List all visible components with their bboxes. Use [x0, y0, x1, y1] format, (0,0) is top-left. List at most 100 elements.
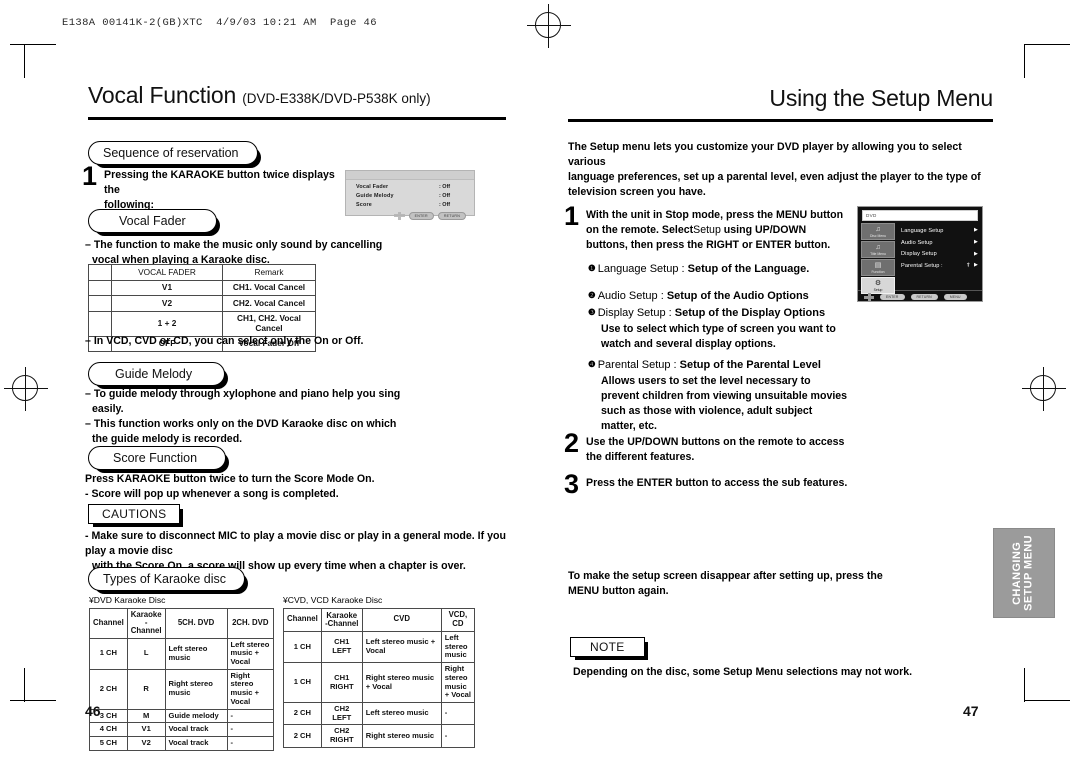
cvd-cell: -: [440, 724, 476, 748]
right-intro-line-1: The Setup menu lets you customize your D…: [568, 141, 962, 169]
dvd-table-caption: ¥DVD Karaoke Disc: [89, 595, 166, 605]
setup-option-parental: ❹ Parental Setup : Setup of the Parental …: [588, 355, 888, 434]
right-step-1-line-2c: using UP/DOWN: [720, 224, 807, 237]
setup-options-1-2: ❶ Language Setup : Setup of the Language.…: [588, 259, 878, 304]
right-step-2-number: 2: [564, 428, 580, 458]
osd-menu-item-label: Audio Setup: [901, 239, 933, 246]
option-desc-1: Setup of the Language.: [687, 263, 810, 275]
osd-karaoke-buttons: ENTER RETURN: [346, 210, 474, 220]
cvd-cell: Left stereo music: [440, 630, 476, 664]
vf-cell: V1: [111, 279, 223, 297]
heading-score-function: Score Function: [88, 446, 230, 473]
osd-sidebar-label: Disc Menu: [869, 234, 887, 238]
heading-score-function-label: Score Function: [88, 446, 230, 473]
table-row: 1 CH CH1 LEFT Left stereo music + Vocal …: [283, 630, 476, 664]
guide-melody-line-4: the guide melody is recorded.: [92, 433, 243, 446]
osd-sidebar-item-disc-menu[interactable]: ♫ Disc Menu: [861, 223, 895, 240]
lock-icon: ⍒: [966, 262, 971, 269]
side-tab-changing-setup-menu: CHANGING SETUP MENU: [993, 528, 1055, 618]
note-label: NOTE: [570, 637, 648, 660]
cautions-box: CAUTIONS: [88, 504, 184, 527]
print-file-stamp: E138A 00141K-2(GB)XTC 4/9/03 10:21 AM Pa…: [62, 17, 377, 29]
right-step-3-text: Press the ENTER button to access the sub…: [586, 473, 847, 491]
osd-menu-item-display-setup[interactable]: Display Setup ▶: [901, 251, 978, 257]
osd-setup-body: ♫ Disc Menu ♫ Title Menu ▤ Function ⚙ Se…: [858, 223, 982, 294]
rule-top-left: [10, 44, 56, 45]
option-number-1: ❶: [588, 263, 596, 273]
vf-cell: CH2. Vocal Cancel: [222, 295, 316, 312]
display-extra-line-1: Use to select which type of screen you w…: [601, 322, 836, 335]
right-step-1-line-2a: on the remote. Select: [586, 224, 694, 237]
osd-setup-titlebar: DVD: [862, 210, 978, 221]
parental-extra-text: Allows users to set the level necessary …: [588, 374, 888, 434]
osd-setup-list: Language Setup ▶ Audio Setup ▶ Display S…: [895, 223, 982, 290]
dvd-cell: 4 CH: [89, 722, 128, 737]
osd-menu-item-label: Parental Setup :: [901, 263, 943, 270]
heading-sequence-of-reservation: Sequence of reservation: [88, 141, 261, 168]
left-page-title-block: Vocal Function (DVD-E338K/DVD-P538K only…: [88, 82, 508, 109]
vf-cell: 1 + 2: [111, 310, 223, 337]
crop-mark-top-right: [1024, 44, 1025, 78]
cvd-karaoke-table: Channel Karaoke -Channel CVD VCD, CD 1 CH…: [283, 608, 476, 748]
parental-extra-line-2: prevent children from viewing unsuitable…: [601, 389, 848, 402]
disc-menu-icon: ♫: [875, 226, 881, 233]
dvd-cell: -: [226, 722, 275, 737]
right-step-2-text: Use the UP/DOWN buttons on the remote to…: [586, 432, 844, 465]
osd-karaoke-row-label: Guide Melody: [356, 192, 394, 199]
dvd-cell: Right stereo music: [164, 668, 228, 710]
cautions-label: CAUTIONS: [88, 504, 184, 527]
table-row: 5 CH V2 Vocal track -: [89, 735, 275, 751]
osd-menu-item-label: Language Setup: [901, 228, 944, 234]
cvd-cell: Right stereo music: [361, 724, 442, 748]
dvd-header-5ch: 5CH. DVD: [164, 608, 228, 639]
osd-setup-sidebar: ♫ Disc Menu ♫ Title Menu ▤ Function ⚙ Se…: [858, 223, 895, 294]
page-title-left-main: Vocal Function: [88, 82, 237, 108]
cvd-header-karaoke-channel: Karaoke -Channel: [320, 608, 363, 632]
right-step-1-text: With the unit in Stop mode, press the ME…: [586, 205, 843, 253]
cvd-header-vcd-cd: VCD, CD: [440, 608, 476, 632]
option-number-2: ❷: [588, 289, 596, 300]
osd-sidebar-label: Setup: [873, 288, 883, 292]
right-step-3: 3 Press the ENTER button to access the s…: [564, 470, 924, 497]
dvd-header-karaoke-channel: Karaoke -Channel: [126, 608, 166, 639]
table-row: 1 + 2 CH1, CH2. Vocal Cancel: [88, 310, 316, 337]
option-name-4: Parental Setup :: [597, 359, 680, 371]
vf-header-blank: [88, 264, 112, 281]
cvd-cell: Right stereo music + Vocal: [361, 662, 442, 703]
rule-top-right: [1024, 44, 1070, 45]
table-row: V1 CH1. Vocal Cancel: [88, 279, 316, 297]
guide-melody-line-3: – This function works only on the DVD Ka…: [85, 418, 397, 431]
right-closing-line-1: To make the setup screen disappear after…: [568, 570, 883, 582]
dvd-cell: Left stereo music: [164, 637, 228, 670]
registration-mark-top: [527, 4, 571, 48]
left-step-1-text: Pressing the KARAOKE button twice displa…: [104, 165, 347, 213]
osd-sidebar-item-title-menu[interactable]: ♫ Title Menu: [861, 241, 895, 258]
osd-karaoke-row-value: : Off: [439, 201, 451, 208]
option-desc-2: Setup of the Audio Options: [666, 289, 809, 302]
heading-guide-melody-label: Guide Melody: [88, 362, 229, 389]
setup-option-display: ❸ Display Setup : Setup of the Display Op…: [588, 303, 888, 352]
note-box: NOTE: [570, 637, 648, 660]
osd-menu-item-audio-setup[interactable]: Audio Setup ▶: [901, 239, 978, 246]
option-name-3: Display Setup :: [597, 307, 675, 319]
dvd-cell: Vocal track: [164, 722, 228, 737]
vf-header-vocal-fader: VOCAL FADER: [111, 264, 223, 281]
osd-menu-item-parental-setup[interactable]: Parental Setup : ⍒ ▶: [901, 263, 978, 270]
guide-melody-line-1: – To guide melody through xylophone and …: [85, 388, 401, 400]
cvd-cell: Left stereo music: [361, 701, 442, 726]
function-icon: ▤: [874, 262, 882, 269]
dvd-header-channel: Channel: [89, 608, 128, 639]
osd-menu-item-language-setup[interactable]: Language Setup ▶: [901, 228, 978, 234]
osd-sidebar-item-function[interactable]: ▤ Function: [861, 259, 895, 276]
vf-cell: [88, 279, 112, 297]
crop-mark-bottom-right: [1024, 668, 1025, 702]
title-rule-left: [88, 117, 506, 120]
dvd-header-2ch: 2CH. DVD: [226, 608, 275, 639]
cvd-cell: CH2 RIGHT: [320, 724, 363, 748]
osd-sidebar-item-setup[interactable]: ⚙ Setup: [861, 277, 895, 294]
dvd-cell: -: [226, 708, 275, 724]
option-desc-3: Setup of the Display Options: [674, 307, 826, 319]
heading-vocal-fader-label: Vocal Fader: [88, 209, 220, 236]
table-row: V2 CH2. Vocal Cancel: [88, 295, 316, 312]
vocal-fader-note: – In VCD, CVD or CD, you can select only…: [85, 335, 364, 347]
